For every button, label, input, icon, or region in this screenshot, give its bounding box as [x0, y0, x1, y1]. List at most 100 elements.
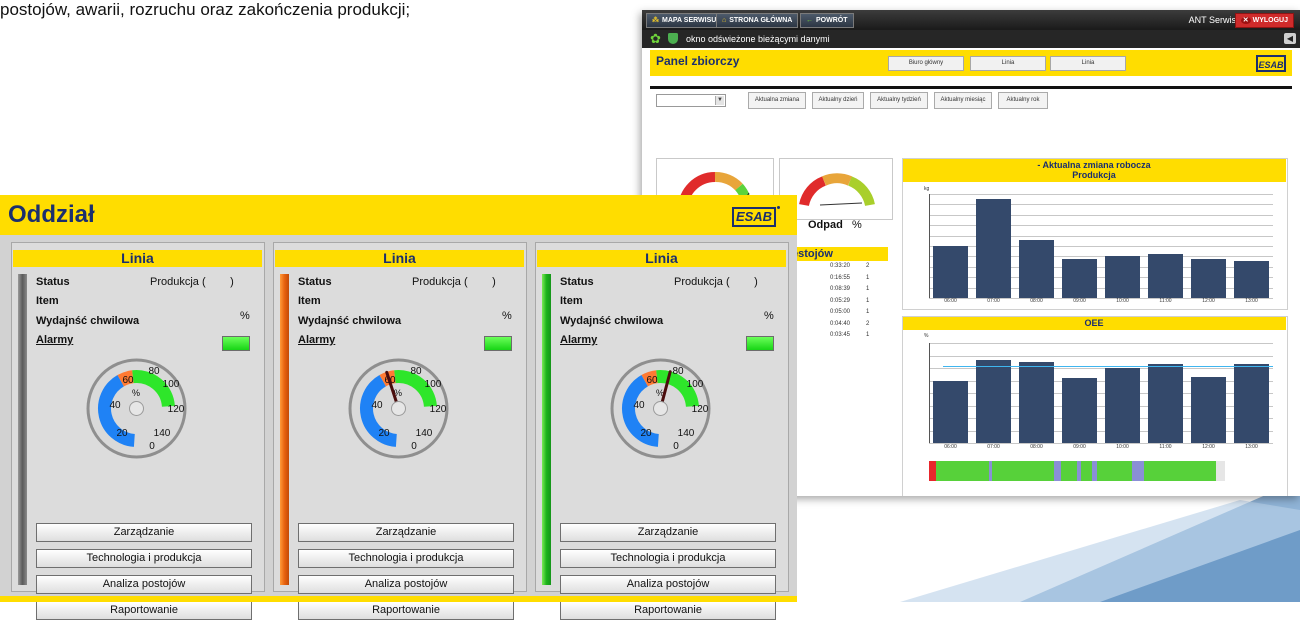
status-timeline-strip: [929, 461, 1273, 481]
alarms-link[interactable]: Alarmy: [298, 334, 335, 346]
alarm-indicator-led: [746, 336, 774, 351]
alarms-link[interactable]: Alarmy: [560, 334, 597, 346]
chart-bar: [1061, 378, 1098, 443]
technology-production-button[interactable]: Technologia i produkcja: [298, 549, 514, 568]
chart-bar: [932, 381, 969, 443]
line-title: Linia: [13, 250, 262, 267]
timeline-segment: [935, 461, 990, 481]
management-button[interactable]: Zarządzanie: [560, 523, 776, 542]
scrap-unit-text: %: [852, 219, 862, 231]
line-panel-2: Linia Status Produkcja ( ) Item Wydajnść…: [273, 242, 527, 620]
timeline-segment: [929, 461, 936, 481]
efficiency-unit: %: [240, 310, 250, 322]
scrap-gauge-label: Odpad %: [808, 219, 862, 231]
status-value: Produkcja ( ): [674, 276, 758, 288]
back-arrow-icon: ←: [806, 17, 813, 24]
scrap-label-text: Odpad: [808, 219, 843, 231]
status-value: Produkcja ( ): [150, 276, 234, 288]
efficiency-label: Wydajnść chwilowa: [560, 315, 664, 327]
caption-text: postojów, awarii, rozruchu oraz zakończe…: [0, 0, 411, 19]
tab-line-1[interactable]: Linia: [970, 56, 1046, 71]
downtime-duration: 0:04:40: [830, 320, 851, 327]
downtime-analysis-button[interactable]: Analiza postojów: [560, 575, 776, 594]
x-tick-label: 08:00: [1030, 444, 1043, 450]
downtime-duration: 0:03:45: [830, 332, 851, 338]
gauge-tick-label: 140: [416, 428, 433, 439]
department-header: Oddział ESAB: [0, 195, 797, 235]
tab-main-office[interactable]: Biuro główny: [888, 56, 964, 71]
gauge-tick-label: 100: [687, 379, 704, 390]
line-status-bar: [542, 274, 551, 585]
oee-chart-title: OEE: [902, 316, 1286, 330]
x-tick-label: 09:00: [1073, 444, 1086, 450]
technology-production-button[interactable]: Technologia i produkcja: [36, 549, 252, 568]
timeline-segment: [1131, 461, 1144, 481]
speaker-icon[interactable]: ◀: [1284, 33, 1296, 44]
gear-icon[interactable]: ✿: [650, 31, 661, 46]
gauge-tick-label: 0: [673, 441, 679, 452]
x-tick-label: 10:00: [1116, 298, 1129, 304]
chart-bar: [975, 360, 1012, 443]
chart-bar: [1190, 377, 1227, 443]
x-tick-label: 13:00: [1245, 444, 1258, 450]
home-icon: ⌂: [722, 17, 727, 24]
gauge-tick-label: 120: [168, 404, 185, 415]
downtime-table-body: 0:33:20 2 0:16:55 1 0:08:39 1 0:05:29 1 0:05:00 1…: [790, 263, 888, 353]
current-week-button[interactable]: Aktualny tydzień: [870, 92, 928, 109]
tab-line-2[interactable]: Linia: [1050, 56, 1126, 71]
downtime-count: 1: [866, 332, 870, 338]
timeline-segment: [1053, 461, 1062, 481]
line-title: Linia: [275, 250, 524, 267]
chart-bar: [1190, 259, 1227, 298]
current-day-button[interactable]: Aktualny dzień: [812, 92, 864, 109]
period-select[interactable]: ▼: [656, 94, 726, 107]
gauge-tick-label: 20: [378, 428, 390, 439]
technology-production-button[interactable]: Technologia i produkcja: [560, 549, 776, 568]
downtime-count: 1: [866, 309, 870, 315]
current-month-button[interactable]: Aktualny miesiąc: [934, 92, 992, 109]
service-map-button[interactable]: ⁂ MAPA SERWISU: [646, 13, 723, 28]
timeline-segment: [1081, 461, 1092, 481]
current-shift-button[interactable]: Aktualna zmiana: [748, 92, 806, 109]
esab-logo: ESAB: [732, 207, 776, 227]
production-chart-title: - Aktualna zmiana robocza Produkcja: [902, 158, 1286, 182]
timeline-segment: [1143, 461, 1217, 481]
line-panel-1: Linia Status Produkcja ( ) Item Wydajnść…: [11, 242, 265, 620]
alarm-indicator-led: [484, 336, 512, 351]
reporting-button[interactable]: Raportowanie: [36, 601, 252, 620]
gauge-unit: %: [132, 388, 140, 398]
management-button[interactable]: Zarządzanie: [298, 523, 514, 542]
back-button[interactable]: ← POWRÓT: [800, 13, 854, 28]
service-map-label: MAPA SERWISU: [662, 17, 717, 24]
alarms-link[interactable]: Alarmy: [36, 334, 73, 346]
production-plot-area: [929, 194, 1273, 299]
home-button[interactable]: ⌂ STRONA GŁÓWNA: [716, 13, 799, 28]
gauge-tick-label: 40: [633, 400, 645, 411]
downtime-analysis-button[interactable]: Analiza postojów: [298, 575, 514, 594]
oee-plot-area: [929, 343, 1273, 444]
refresh-status-text: okno odświeżone bieżącymi danymi: [686, 34, 830, 44]
x-tick-label: 09:00: [1073, 298, 1086, 304]
efficiency-unit: %: [764, 310, 774, 322]
timeline-segment: [1061, 461, 1077, 481]
chart-bar: [1147, 364, 1184, 443]
status-value: Produkcja ( ): [412, 276, 496, 288]
home-label: STRONA GŁÓWNA: [729, 17, 793, 24]
chevron-down-icon: ▼: [715, 96, 724, 105]
gauge-hub: [391, 401, 406, 416]
x-tick-label: 06:00: [944, 298, 957, 304]
downtime-analysis-button[interactable]: Analiza postojów: [36, 575, 252, 594]
gauge-tick-label: 120: [430, 404, 447, 415]
efficiency-gauge: 020406080100120140 %: [348, 358, 449, 459]
item-label: Item: [298, 295, 321, 307]
chart-bar: [1018, 362, 1055, 443]
gauge-tick-label: 100: [163, 379, 180, 390]
reporting-button[interactable]: Raportowanie: [298, 601, 514, 620]
logout-button[interactable]: ✕ WYLOGUJ: [1234, 13, 1294, 28]
user-name: ANT Serwis: [1188, 15, 1236, 25]
reporting-button[interactable]: Raportowanie: [560, 601, 776, 620]
management-button[interactable]: Zarządzanie: [36, 523, 252, 542]
current-year-button[interactable]: Aktualny rok: [998, 92, 1048, 109]
gauge-tick-label: 40: [109, 400, 121, 411]
x-tick-label: 07:00: [987, 298, 1000, 304]
